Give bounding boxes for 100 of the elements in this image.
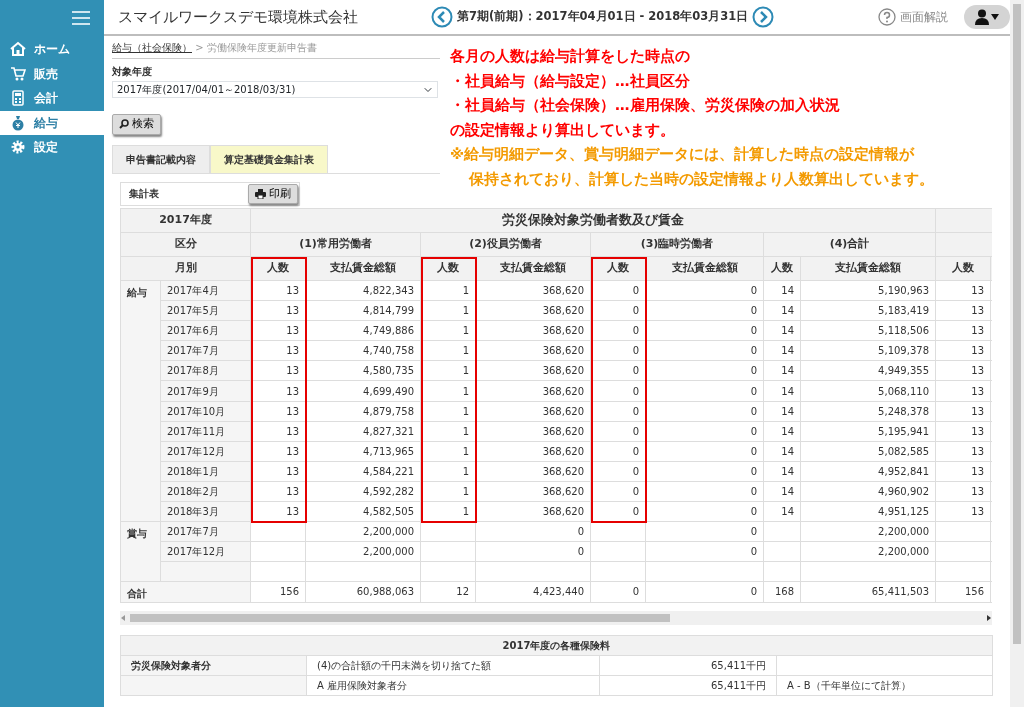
tab[interactable]: 算定基礎賃金集計表 [210,144,328,173]
table-cell: 0 [645,300,764,321]
column-header: 2017年度 [120,208,251,233]
right-arrow-icon[interactable] [986,614,992,621]
breadcrumb-link[interactable]: 給与（社会保険） [112,42,192,53]
table-cell: 2,200,000 [305,541,421,562]
annotation-text: 保持されており、計算した当時の設定情報より人数算出しています。 [467,169,935,189]
table-cell: 0 [645,581,764,602]
company-name: スマイルワークスデモ環境株式会社 [118,6,359,28]
table-cell: 4,952,841 [800,461,936,482]
table-cell: 0 [645,280,764,301]
user-menu-button[interactable] [964,5,1010,29]
table-cell: 368,620 [475,320,591,341]
left-arrow-icon[interactable] [120,614,126,621]
table-cell: 5,248,378 [800,401,936,422]
search-button[interactable]: 検索 [112,114,161,135]
table-cell: 0 [475,521,591,542]
table-cell: 4,822,343 [305,280,421,301]
column-header: 区分 [120,232,251,257]
table-cell: 368,620 [475,461,591,482]
table-cell: 60,988,063 [305,581,421,602]
table-cell: 13 [935,421,991,442]
column-header: (1)常用労働者 [250,232,421,257]
table-cell: 156 [250,581,306,602]
table-cell: 168 [763,581,801,602]
table-cell: 5,109,378 [800,340,936,361]
horizontal-scrollbar[interactable] [120,610,992,625]
menu-icon[interactable] [72,11,90,25]
table-cell: 4,879,758 [305,401,421,422]
table-cell: 13 [935,280,991,301]
tab[interactable]: 申告書記載内容 [112,144,210,173]
table-cell: 65,411千円 [599,655,777,675]
table-cell: 0 [645,521,764,542]
panel-title: 集計表 [129,187,159,202]
table-cell: A - B（千年単位にて計算） [776,675,993,695]
table-cell: 368,620 [475,421,591,442]
table-cell: 13 [935,320,991,341]
table-cell: A 雇用保険対象者分 [306,675,600,695]
table-cell: 4,951,125 [800,501,936,522]
table-cell: 368,620 [475,360,591,381]
table-cell: 13 [935,360,991,381]
table-cell: 12 [420,581,476,602]
table-cell: 0 [645,501,764,522]
table-cell: 368,620 [475,300,591,321]
table-cell: 13 [935,380,991,402]
table-cell: 14 [763,280,801,301]
table-cell: 5,082,585 [800,441,936,462]
table-cell: 13 [935,300,991,321]
table-cell: 0 [645,481,764,502]
table-cell: 13 [935,401,991,422]
column-header: (3)臨時労働者 [590,232,764,257]
year-select[interactable]: 2017年度(2017/04/01～2018/03/31) [112,81,438,98]
table-cell: 4,580,735 [305,360,421,381]
table-cell: 4,949,355 [800,360,936,381]
row-header: 合計 [120,581,251,602]
table-cell: 13 [935,461,991,482]
table-cell: 65,411千円 [599,675,777,695]
annotation-text: 各月の人数は給与計算をした時点の [450,47,691,66]
table-cell: 368,620 [475,380,591,402]
table-cell: 0 [645,441,764,462]
table-cell: 368,620 [475,481,591,502]
annotation-text: ・社員給与（社会保険）…雇用保険、労災保険の加入状況 [450,96,841,115]
table-cell: 0 [645,401,764,422]
row-header: 賞与 [120,521,161,582]
table-cell: 5,195,941 [800,421,936,442]
table-cell: 0 [645,320,764,341]
print-button[interactable]: 印刷 [248,183,298,204]
period-label: 第7期(前期)：2017年04月01日 - 2018年03月31日 [457,8,749,26]
table-cell: 368,620 [475,280,591,301]
table-title: 2017年度の各種保険料 [120,635,993,655]
person-icon [975,9,989,25]
previous-icon[interactable] [431,6,453,28]
column-header: 支払賃金総額 [800,256,936,281]
table-cell: 14 [763,501,801,522]
nav-item[interactable]: 設定 [0,135,104,160]
help-link[interactable]: 画面解説 [900,8,948,26]
nav-item[interactable]: 給与 [0,110,104,135]
column-header: 月別 [120,256,251,281]
table-cell: 0 [645,380,764,402]
cart-icon [10,65,26,82]
table-cell: 156 [935,581,991,602]
column-header: 支払賃金総額 [305,256,421,281]
next-icon[interactable] [752,6,775,28]
annotation-text: ・社員給与（給与設定）…社員区分 [450,71,691,91]
annotation-text: ※給与明細データ、賞与明細データには、計算した時点の設定情報が [450,145,916,164]
table-cell: 0 [475,541,591,562]
help-icon[interactable] [878,8,896,26]
table-cell: 14 [763,481,801,502]
nav-item[interactable]: 販売 [0,61,104,86]
column-header: (4)合計 [763,232,936,257]
table-cell: 0 [590,581,646,602]
table-cell: 4,814,799 [305,300,421,321]
vertical-scrollbar[interactable] [1010,0,1024,707]
nav-item[interactable]: 会計 [0,86,104,111]
table-cell: 2,200,000 [800,521,936,542]
table-cell: 4,582,505 [305,501,421,522]
annotation-text: の設定情報より算出しています。 [450,120,676,140]
column-header: (2)役員労働者 [420,232,591,257]
nav-item[interactable]: ホーム [0,37,104,62]
table-cell: 14 [763,461,801,482]
